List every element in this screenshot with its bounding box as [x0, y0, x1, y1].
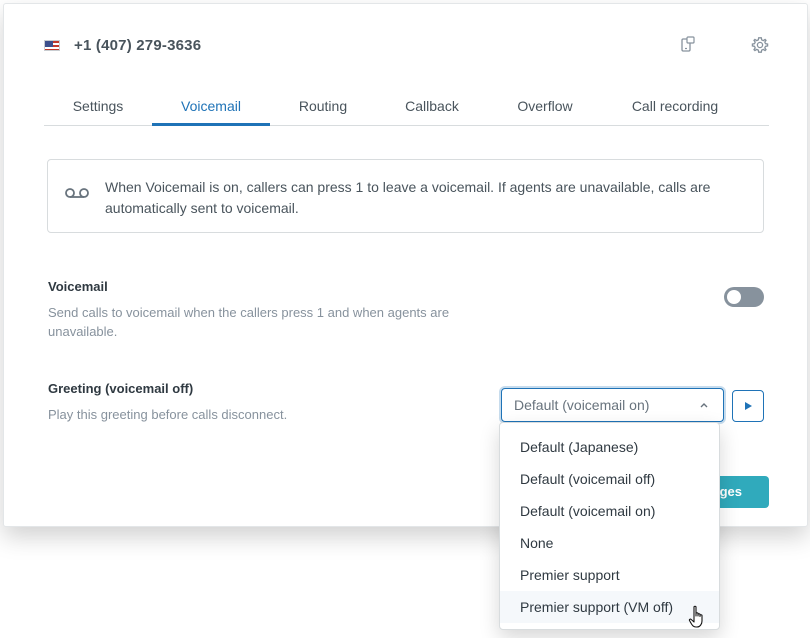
tab-voicemail[interactable]: Voicemail: [152, 92, 270, 126]
toggle-knob: [727, 290, 741, 304]
greeting-label: Greeting (voicemail off): [48, 381, 194, 396]
tab-call-recording[interactable]: Call recording: [622, 92, 728, 125]
greeting-option[interactable]: Default (voicemail off): [500, 463, 719, 495]
hand-pointer-icon: [688, 605, 703, 628]
greeting-description: Play this greeting before calls disconne…: [48, 407, 288, 422]
mobile-device-icon[interactable]: [677, 34, 699, 56]
voicemail-icon: [65, 188, 89, 198]
voicemail-label: Voicemail: [48, 279, 108, 294]
play-icon: [745, 402, 752, 410]
greeting-option[interactable]: None: [500, 527, 719, 559]
voicemail-info-box: When Voicemail is on, callers can press …: [47, 159, 764, 233]
greeting-option[interactable]: Default (Japanese): [500, 431, 719, 463]
tab-settings[interactable]: Settings: [57, 92, 139, 125]
us-flag-icon: [44, 40, 60, 51]
tab-routing[interactable]: Routing: [288, 92, 358, 125]
chevron-up-icon: [700, 403, 708, 408]
voicemail-description: Send calls to voicemail when the callers…: [48, 305, 450, 339]
save-button-label: ges: [719, 484, 742, 499]
voicemail-toggle[interactable]: [724, 287, 764, 307]
greeting-options-menu: Default (Japanese) Default (voicemail of…: [499, 422, 720, 630]
greeting-selected-value: Default (voicemail on): [514, 397, 650, 413]
voicemail-info-text: When Voicemail is on, callers can press …: [105, 179, 711, 216]
panel-header: +1 (407) 279-3636: [44, 34, 769, 58]
tab-overflow[interactable]: Overflow: [507, 92, 583, 125]
settings-tabs: Settings Voicemail Routing Callback Over…: [44, 92, 769, 126]
gear-icon[interactable]: [749, 34, 771, 56]
tab-callback[interactable]: Callback: [394, 92, 470, 125]
greeting-select[interactable]: Default (voicemail on): [501, 388, 724, 422]
greeting-option[interactable]: Default (voicemail on): [500, 495, 719, 527]
play-greeting-button[interactable]: [732, 390, 764, 422]
greeting-option-hovered[interactable]: Premier support (VM off): [500, 591, 719, 623]
greeting-option[interactable]: Premier support: [500, 559, 719, 591]
phone-number: +1 (407) 279-3636: [74, 37, 202, 54]
